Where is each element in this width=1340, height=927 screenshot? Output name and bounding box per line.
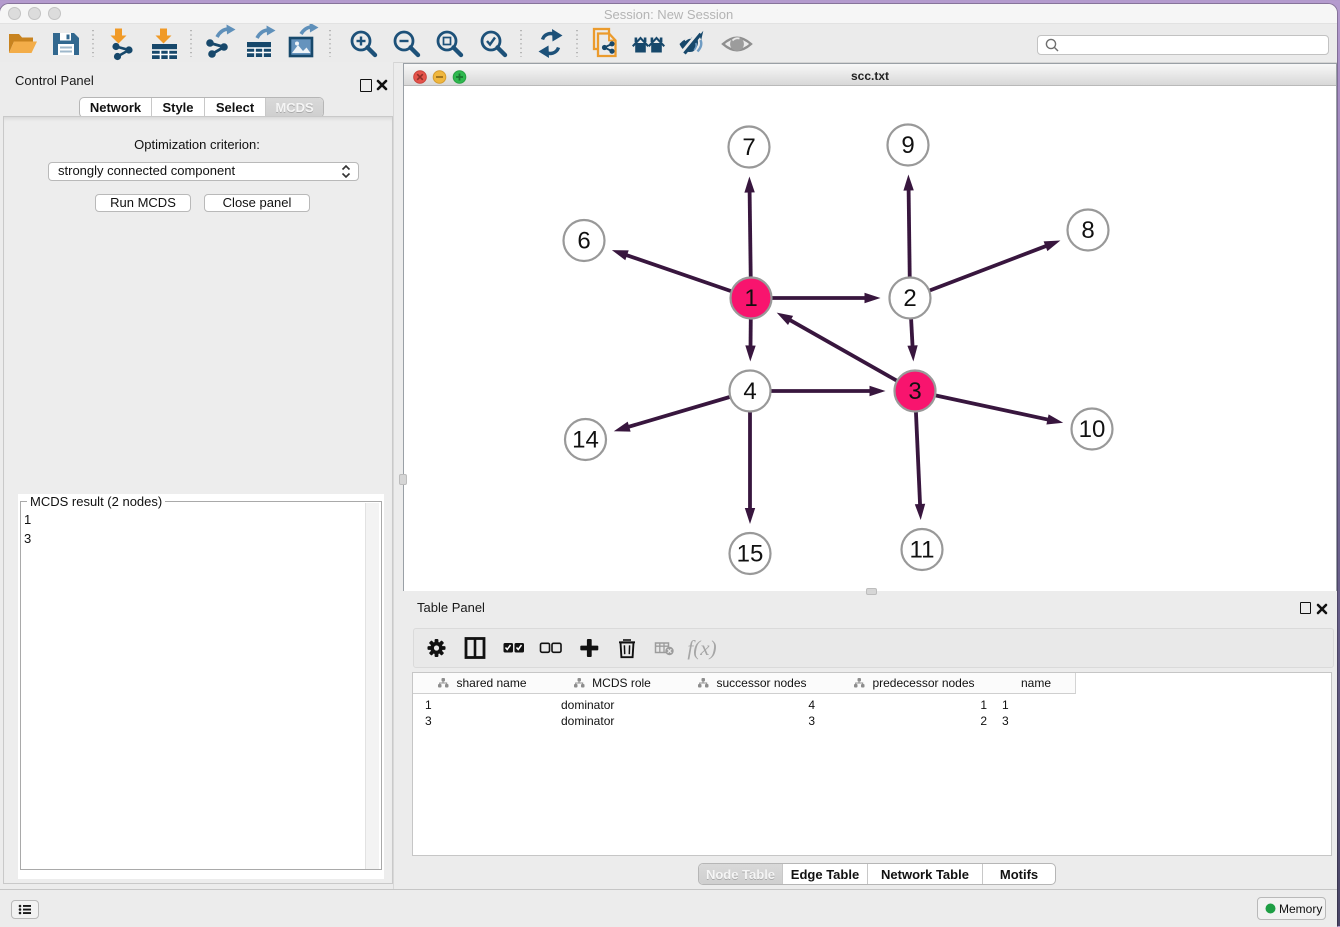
svg-text:8: 8 <box>1081 217 1094 244</box>
svg-text:3: 3 <box>908 378 921 405</box>
svg-text:7: 7 <box>742 134 755 161</box>
svg-text:1: 1 <box>744 285 757 312</box>
svg-text:15: 15 <box>737 541 764 568</box>
svg-text:4: 4 <box>743 378 756 405</box>
svg-text:10: 10 <box>1079 416 1106 443</box>
svg-text:6: 6 <box>577 228 590 255</box>
svg-text:9: 9 <box>901 132 914 159</box>
svg-text:11: 11 <box>910 537 935 564</box>
svg-text:14: 14 <box>572 427 599 454</box>
svg-text:2: 2 <box>903 285 916 312</box>
svg-text:f(x): f(x) <box>687 636 716 660</box>
